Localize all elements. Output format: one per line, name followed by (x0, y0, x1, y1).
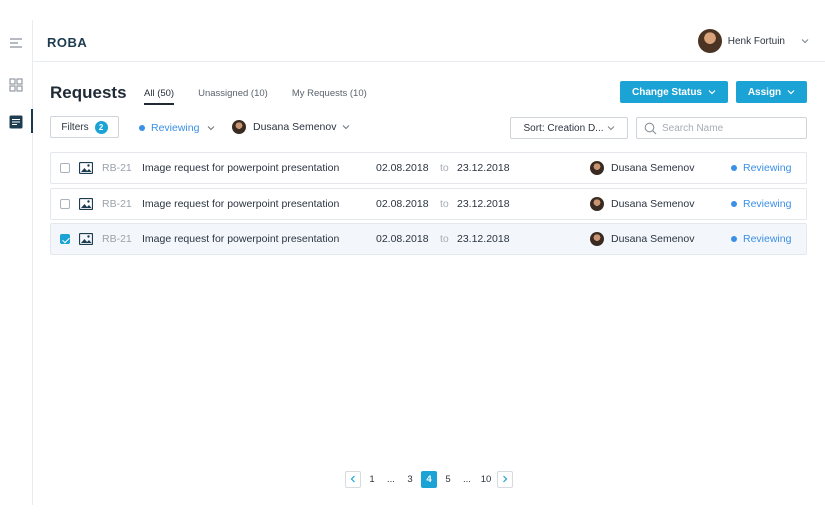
assign-button[interactable]: Assign (736, 81, 807, 103)
table-row[interactable]: RB-21 Image request for powerpoint prese… (50, 152, 807, 184)
page-link-4-current[interactable]: 4 (421, 470, 437, 488)
change-status-button[interactable]: Change Status (620, 81, 728, 103)
chevron-down-icon (801, 39, 809, 44)
status-label: Reviewing (743, 162, 792, 174)
assignee: Dusana Semenov (590, 232, 694, 246)
chevron-down-icon (208, 126, 215, 131)
sort-label: Sort: Creation D... (523, 122, 604, 134)
row-checkbox[interactable] (60, 234, 70, 244)
page-ellipsis: ... (387, 473, 395, 485)
chevron-left-icon (350, 475, 355, 483)
row-checkbox[interactable] (60, 199, 70, 209)
start-date: 02.08.2018 (376, 162, 429, 174)
tab-unassigned[interactable]: Unassigned (10) (198, 88, 268, 105)
grid-icon[interactable] (9, 78, 23, 92)
status-badge: Reviewing (731, 162, 791, 174)
status-badge: Reviewing (731, 198, 791, 210)
request-description: Image request for powerpoint presentatio… (142, 233, 340, 245)
start-date: 02.08.2018 (376, 233, 429, 245)
request-code: RB-21 (102, 198, 132, 210)
page-ellipsis: ... (463, 473, 471, 485)
table-row[interactable]: RB-21 Image request for powerpoint prese… (50, 223, 807, 255)
status-dot (731, 165, 737, 171)
assignee: Dusana Semenov (590, 197, 694, 211)
date-separator: to (440, 162, 449, 174)
request-description: Image request for powerpoint presentatio… (142, 162, 340, 174)
end-date: 23.12.2018 (457, 162, 510, 174)
tab-my-requests[interactable]: My Requests (10) (292, 88, 367, 105)
change-status-label: Change Status (631, 86, 702, 98)
end-date: 23.12.2018 (457, 198, 510, 210)
image-icon (79, 198, 93, 210)
sort-dropdown[interactable]: Sort: Creation D... (510, 117, 628, 139)
assignee: Dusana Semenov (590, 161, 694, 175)
prev-page-button[interactable] (345, 470, 361, 488)
status-label: Reviewing (743, 198, 792, 210)
chevron-down-icon (343, 125, 350, 130)
search-icon (644, 122, 657, 135)
chevron-down-icon (787, 90, 795, 95)
chevron-down-icon (607, 126, 614, 131)
filters-count-badge: 2 (94, 120, 108, 134)
avatar (232, 120, 246, 134)
assignee-filter-dropdown[interactable]: Dusana Semenov (232, 120, 350, 134)
filters-button[interactable]: Filters 2 (50, 116, 119, 138)
status-label: Reviewing (743, 233, 792, 245)
user-menu[interactable]: Henk Fortuin (697, 29, 809, 53)
page-link-3[interactable]: 3 (402, 471, 418, 488)
avatar (697, 29, 722, 53)
search-input[interactable] (662, 120, 802, 136)
search-box (636, 117, 807, 139)
status-badge: Reviewing (731, 233, 791, 245)
assignee-name: Dusana Semenov (611, 198, 695, 210)
date-separator: to (440, 233, 449, 245)
request-description: Image request for powerpoint presentatio… (142, 198, 340, 210)
request-code: RB-21 (102, 162, 132, 174)
page-link-5[interactable]: 5 (440, 471, 456, 488)
chevron-down-icon (708, 90, 716, 95)
avatar (590, 161, 604, 175)
end-date: 23.12.2018 (457, 233, 510, 245)
image-icon (79, 233, 93, 245)
page-link-10[interactable]: 10 (478, 471, 494, 488)
rail-active-indicator (31, 109, 33, 133)
assignee-name: Dusana Semenov (611, 162, 695, 174)
pagination: 1 ... 3 4 5 ... 10 (345, 470, 516, 488)
request-code: RB-21 (102, 233, 132, 245)
tab-all[interactable]: All (50) (144, 88, 175, 105)
avatar (590, 232, 604, 246)
assign-label: Assign (747, 86, 782, 98)
avatar (590, 197, 604, 211)
row-checkbox[interactable] (60, 163, 70, 173)
status-dot (731, 236, 737, 242)
image-icon (79, 162, 93, 174)
list-icon[interactable] (9, 115, 23, 129)
next-page-button[interactable] (497, 470, 513, 488)
start-date: 02.08.2018 (376, 198, 429, 210)
status-dot (139, 125, 145, 131)
status-filter-label: Reviewing (151, 122, 200, 134)
status-dot (731, 201, 737, 207)
assignee-filter-label: Dusana Semenov (253, 121, 337, 133)
menu-icon[interactable] (9, 36, 23, 50)
table-row[interactable]: RB-21 Image request for powerpoint prese… (50, 188, 807, 220)
page-link-1[interactable]: 1 (364, 471, 380, 488)
filters-label: Filters (61, 121, 89, 133)
chevron-right-icon (503, 475, 508, 483)
app-logo[interactable]: ROBA (47, 35, 87, 50)
top-header: ROBA Henk Fortuin (33, 20, 825, 62)
date-separator: to (440, 198, 449, 210)
user-name: Henk Fortuin (727, 35, 785, 47)
side-rail (0, 20, 33, 505)
status-filter-dropdown[interactable]: Reviewing (139, 122, 215, 134)
request-tabs: All (50) Unassigned (10) My Requests (10… (144, 88, 391, 105)
assignee-name: Dusana Semenov (611, 233, 695, 245)
page-title: Requests (50, 83, 127, 102)
